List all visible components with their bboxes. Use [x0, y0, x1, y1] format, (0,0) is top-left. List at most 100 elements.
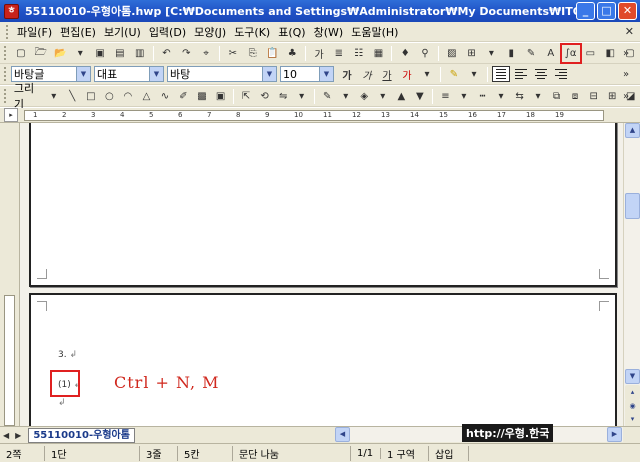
hyperlink-icon[interactable]: ⚲	[417, 46, 433, 61]
save-icon[interactable]: ▣	[92, 46, 108, 61]
italic-button[interactable]: 가	[359, 67, 375, 82]
text-color-button[interactable]: 가	[399, 67, 415, 82]
drawing-icon[interactable]: ✎	[523, 46, 539, 61]
maximize-button[interactable]: □	[597, 2, 616, 20]
align-objects-icon[interactable]: ⊟	[586, 89, 601, 104]
toolbar-more-icon[interactable]: »	[618, 67, 634, 82]
menu-insert[interactable]: 입력(D)	[145, 24, 190, 40]
picture-icon[interactable]: ▨	[444, 46, 460, 61]
format-painter-icon[interactable]: ♣	[284, 46, 300, 61]
comment-icon[interactable]: ◧	[602, 46, 618, 61]
toolbar-more-icon[interactable]: »	[618, 46, 634, 61]
document-area[interactable]	[0, 123, 623, 426]
vertical-ruler-strip[interactable]	[4, 295, 15, 426]
bookmark-icon[interactable]: ♦	[397, 46, 413, 61]
scroll-left-button[interactable]: ◀	[335, 427, 350, 442]
group-icon[interactable]: ⧉	[549, 89, 564, 104]
redo-icon[interactable]: ↷	[178, 46, 194, 61]
menu-view[interactable]: 보기(U)	[100, 24, 145, 40]
dropdown-arrow-icon[interactable]: ▾	[72, 46, 88, 61]
font-set-select[interactable]: 대표 ▼	[94, 66, 164, 82]
open-folder-icon[interactable]: 📂	[53, 46, 69, 61]
menu-tools[interactable]: 도구(K)	[230, 24, 274, 40]
align-left-button[interactable]	[512, 66, 530, 82]
dropdown-arrow-icon[interactable]: ▾	[47, 89, 62, 104]
chart-icon[interactable]: ▮	[503, 46, 519, 61]
bold-button[interactable]: 가	[339, 67, 355, 82]
menu-edit[interactable]: 편집(E)	[56, 24, 100, 40]
copy-icon[interactable]: ⎘	[245, 46, 261, 61]
toolbar-more-icon[interactable]: »	[618, 89, 634, 104]
para-shape-icon[interactable]: ≣	[331, 46, 347, 61]
photo-icon[interactable]: ▣	[213, 89, 228, 104]
dropdown-arrow-icon[interactable]: ▾	[294, 89, 309, 104]
arc-icon[interactable]: ◠	[121, 89, 136, 104]
scroll-down-button[interactable]: ▼	[625, 369, 640, 384]
vertical-scrollbar[interactable]: ▲ ▼ ▴ ◉ ▾	[623, 123, 640, 427]
new-document-icon[interactable]: ▢	[13, 46, 29, 61]
dropdown-arrow-icon[interactable]: ▾	[466, 67, 482, 82]
menu-format[interactable]: 모양(J)	[190, 24, 230, 40]
print-preview-icon[interactable]: ▤	[112, 46, 128, 61]
arrow-style-icon[interactable]: ⇆	[512, 89, 527, 104]
dropdown-arrow-icon[interactable]: ▾	[457, 89, 472, 104]
ruler-corner-icon[interactable]: ▸	[4, 108, 18, 122]
hwp-app-icon[interactable]: ㅎ	[4, 3, 19, 19]
scroll-thumb[interactable]	[625, 193, 640, 219]
chevron-down-icon[interactable]: ▼	[319, 67, 333, 81]
chevron-down-icon[interactable]: ▼	[262, 67, 276, 81]
paste-icon[interactable]: 📋	[265, 46, 281, 61]
dropdown-arrow-icon[interactable]: ▾	[484, 46, 500, 61]
find-icon[interactable]: ⌖	[198, 46, 214, 61]
open-icon[interactable]: 🗁	[33, 46, 49, 61]
ungroup-icon[interactable]: ⧈	[568, 89, 583, 104]
freehand-icon[interactable]: ✐	[176, 89, 191, 104]
select-object-icon[interactable]: ⇱	[239, 89, 254, 104]
menu-window[interactable]: 창(W)	[310, 24, 348, 40]
dropdown-arrow-icon[interactable]: ▾	[376, 89, 391, 104]
empty-paragraph[interactable]: ↲	[58, 398, 66, 408]
prev-page-button[interactable]: ▴	[625, 385, 640, 400]
chevron-down-icon[interactable]: ▼	[76, 67, 90, 81]
align-center-button[interactable]	[532, 66, 550, 82]
dropdown-arrow-icon[interactable]: ▾	[494, 89, 509, 104]
toolbar-grip[interactable]	[4, 89, 7, 103]
font-select[interactable]: 바탕 ▼	[167, 66, 277, 82]
status-insert-mode[interactable]: 삽입	[429, 445, 469, 461]
undo-icon[interactable]: ↶	[159, 46, 175, 61]
tab-next-icon[interactable]: ▶	[12, 431, 24, 440]
toolbar-grip[interactable]	[4, 67, 7, 81]
line-dash-icon[interactable]: ┅	[475, 89, 490, 104]
align-right-button[interactable]	[552, 66, 570, 82]
rectangle-icon[interactable]: □	[84, 89, 99, 104]
close-document-icon[interactable]: ✕	[625, 25, 634, 38]
underline-button[interactable]: 가	[379, 67, 395, 82]
dropdown-arrow-icon[interactable]: ▾	[531, 89, 546, 104]
dropdown-arrow-icon[interactable]: ▾	[419, 67, 435, 82]
font-size-select[interactable]: 10 ▼	[280, 66, 334, 82]
paragraph-number[interactable]: 3. ↲	[58, 350, 77, 360]
close-button[interactable]: ✕	[618, 2, 637, 20]
highlight-pen-icon[interactable]: ✎	[446, 67, 462, 82]
char-shape-icon[interactable]: 가	[311, 46, 327, 61]
table-icon[interactable]: ▦	[371, 46, 387, 61]
bring-front-icon[interactable]: ▲	[394, 89, 409, 104]
print-icon[interactable]: ▥	[132, 46, 148, 61]
menu-grip[interactable]	[6, 24, 9, 39]
menu-table[interactable]: 표(Q)	[274, 24, 309, 40]
page-1[interactable]	[29, 123, 617, 287]
dropdown-arrow-icon[interactable]: ▾	[338, 89, 353, 104]
chevron-down-icon[interactable]: ▼	[149, 67, 163, 81]
equation-icon[interactable]: ∫α	[559, 42, 582, 64]
minimize-button[interactable]: _	[576, 2, 595, 20]
cut-icon[interactable]: ✂	[225, 46, 241, 61]
tab-prev-icon[interactable]: ◀	[0, 431, 12, 440]
send-back-icon[interactable]: ▼	[413, 89, 428, 104]
image-icon[interactable]: ▩	[195, 89, 210, 104]
line-icon[interactable]: ╲	[65, 89, 80, 104]
style-icon[interactable]: ☷	[351, 46, 367, 61]
text-art-icon[interactable]: A	[543, 46, 559, 61]
rotate-icon[interactable]: ⟲	[257, 89, 272, 104]
curve-icon[interactable]: ∿	[158, 89, 173, 104]
insert-table-icon[interactable]: ⊞	[464, 46, 480, 61]
